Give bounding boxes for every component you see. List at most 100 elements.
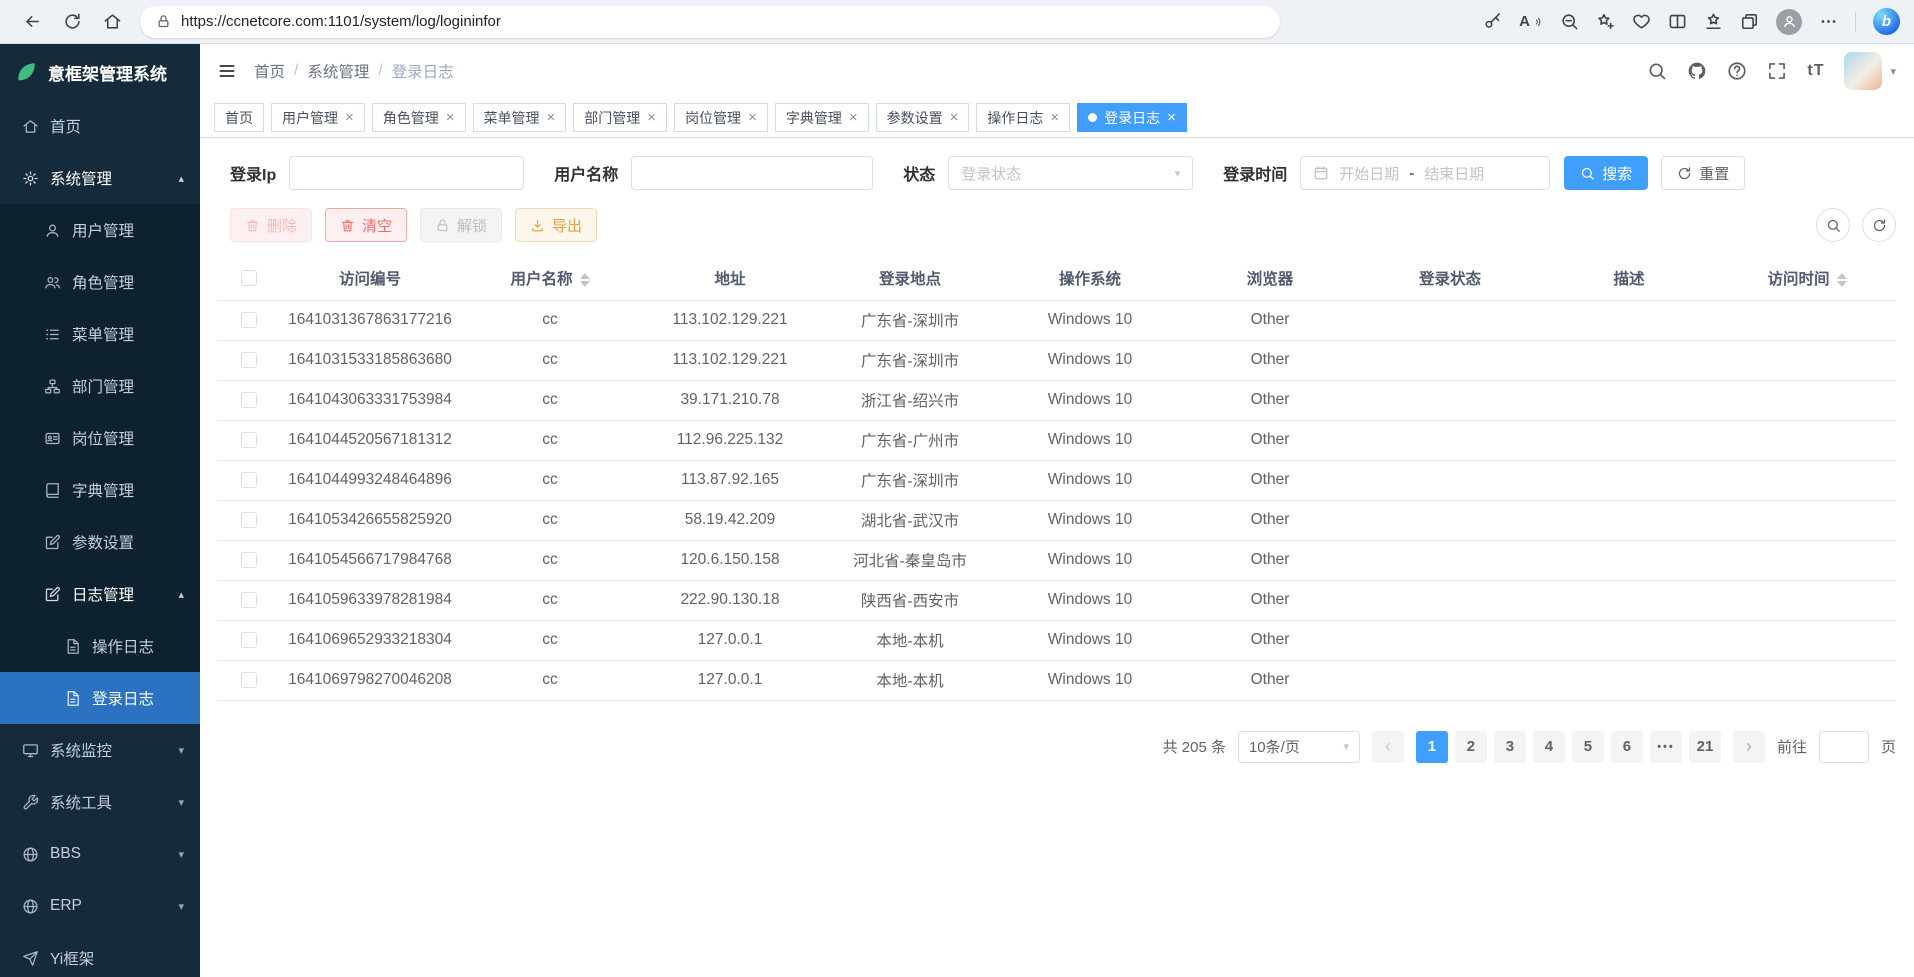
sort-icon[interactable]: [1837, 273, 1847, 287]
page-button-last[interactable]: 21: [1689, 731, 1721, 763]
column-header[interactable]: 访问时间: [1718, 256, 1896, 300]
tab-岗位管理[interactable]: 岗位管理×: [674, 103, 768, 132]
sidebar-item[interactable]: Yi框架: [0, 932, 200, 977]
tab-操作日志[interactable]: 操作日志×: [976, 103, 1070, 132]
collections-icon[interactable]: [1740, 12, 1759, 31]
page-button-3[interactable]: 3: [1494, 731, 1526, 763]
page-button-1[interactable]: 1: [1416, 731, 1448, 763]
reset-button[interactable]: 重置: [1661, 156, 1745, 190]
tab-菜单管理[interactable]: 菜单管理×: [473, 103, 567, 132]
header-search-icon[interactable]: [1647, 61, 1667, 81]
sidebar-item[interactable]: 登录日志: [0, 672, 200, 724]
sidebar-item[interactable]: 字典管理: [0, 464, 200, 516]
toggle-search-button[interactable]: [1816, 208, 1850, 242]
tab-登录日志[interactable]: 登录日志×: [1077, 103, 1187, 132]
page-button-2[interactable]: 2: [1455, 731, 1487, 763]
search-button[interactable]: 搜索: [1564, 156, 1648, 190]
column-header[interactable]: 用户名称: [460, 256, 640, 300]
tab-用户管理[interactable]: 用户管理×: [271, 103, 365, 132]
sidebar-item[interactable]: 岗位管理: [0, 412, 200, 464]
sidebar-item[interactable]: 角色管理: [0, 256, 200, 308]
split-screen-icon[interactable]: [1668, 12, 1687, 31]
favorites-bar-icon[interactable]: [1704, 12, 1723, 31]
pagination-more-button[interactable]: •••: [1650, 731, 1682, 763]
goto-page-input[interactable]: [1819, 731, 1869, 763]
sidebar-item[interactable]: 用户管理: [0, 204, 200, 256]
close-icon[interactable]: ×: [748, 110, 757, 125]
browser-home-button[interactable]: [94, 4, 130, 40]
unlock-button[interactable]: 解锁: [420, 208, 502, 242]
tab-部门管理[interactable]: 部门管理×: [573, 103, 667, 132]
next-page-button[interactable]: ›: [1733, 731, 1765, 763]
row-checkbox[interactable]: [241, 432, 257, 448]
sidebar-item[interactable]: BBS▾: [0, 828, 200, 880]
sidebar-item[interactable]: 部门管理: [0, 360, 200, 412]
row-checkbox[interactable]: [241, 312, 257, 328]
login-time-range-picker[interactable]: 开始日期 - 结束日期: [1300, 156, 1550, 190]
breadcrumb-item[interactable]: 系统管理: [307, 60, 369, 82]
copilot-icon[interactable]: b: [1873, 8, 1900, 35]
sidebar-item[interactable]: ERP▾: [0, 880, 200, 932]
help-icon[interactable]: [1727, 61, 1747, 81]
row-checkbox[interactable]: [241, 632, 257, 648]
select-all-checkbox[interactable]: [241, 270, 257, 286]
sidebar-item[interactable]: 操作日志: [0, 620, 200, 672]
browser-settings-dots-icon[interactable]: [1819, 12, 1838, 31]
browser-refresh-button[interactable]: [54, 4, 90, 40]
clear-button[interactable]: 清空: [325, 208, 407, 242]
close-icon[interactable]: ×: [1050, 110, 1059, 125]
row-checkbox[interactable]: [241, 352, 257, 368]
sort-icon[interactable]: [580, 273, 590, 287]
browser-back-button[interactable]: [14, 4, 50, 40]
add-favorite-icon[interactable]: [1596, 12, 1615, 31]
url-bar[interactable]: https://ccnetcore.com:1101/system/log/lo…: [140, 6, 1280, 38]
app-logo[interactable]: 意框架管理系统: [0, 44, 200, 100]
zoom-out-icon[interactable]: [1560, 12, 1579, 31]
close-icon[interactable]: ×: [446, 110, 455, 125]
sidebar-item[interactable]: 参数设置: [0, 516, 200, 568]
row-checkbox[interactable]: [241, 472, 257, 488]
browser-profile-avatar[interactable]: [1776, 9, 1802, 35]
refresh-table-button[interactable]: [1862, 208, 1896, 242]
prev-page-button[interactable]: ‹: [1372, 731, 1404, 763]
close-icon[interactable]: ×: [647, 110, 656, 125]
breadcrumb-item[interactable]: 首页: [254, 60, 285, 82]
read-aloud-icon[interactable]: A: [1519, 13, 1543, 30]
close-icon[interactable]: ×: [345, 110, 354, 125]
sidebar-item[interactable]: 菜单管理: [0, 308, 200, 360]
tab-字典管理[interactable]: 字典管理×: [775, 103, 869, 132]
delete-button[interactable]: 删除: [230, 208, 312, 242]
login-ip-input[interactable]: [289, 156, 524, 190]
user-avatar[interactable]: [1844, 52, 1882, 90]
browser-essentials-icon[interactable]: [1632, 12, 1651, 31]
tab-参数设置[interactable]: 参数设置×: [876, 103, 970, 132]
password-key-icon[interactable]: [1483, 12, 1502, 31]
close-icon[interactable]: ×: [547, 110, 556, 125]
page-size-select[interactable]: 10条/页 ▾: [1238, 731, 1360, 763]
sidebar-item[interactable]: 首页: [0, 100, 200, 152]
export-button[interactable]: 导出: [515, 208, 597, 242]
row-checkbox[interactable]: [241, 672, 257, 688]
menu-fold-icon[interactable]: [200, 44, 254, 98]
close-icon[interactable]: ×: [849, 110, 858, 125]
tab-角色管理[interactable]: 角色管理×: [372, 103, 466, 132]
row-checkbox[interactable]: [241, 552, 257, 568]
row-checkbox[interactable]: [241, 392, 257, 408]
close-icon[interactable]: ×: [950, 110, 959, 125]
tab-首页[interactable]: 首页: [214, 103, 264, 132]
sidebar-item[interactable]: 系统管理▴: [0, 152, 200, 204]
status-select[interactable]: 登录状态 ▾: [948, 156, 1193, 190]
close-icon[interactable]: ×: [1167, 110, 1176, 125]
row-checkbox[interactable]: [241, 512, 257, 528]
page-button-5[interactable]: 5: [1572, 731, 1604, 763]
github-icon[interactable]: [1687, 61, 1707, 81]
chevron-down-icon[interactable]: ▾: [1890, 65, 1896, 78]
row-checkbox[interactable]: [241, 592, 257, 608]
page-button-4[interactable]: 4: [1533, 731, 1565, 763]
sidebar-item[interactable]: 系统监控▾: [0, 724, 200, 776]
username-input[interactable]: [631, 156, 873, 190]
sidebar-item[interactable]: 系统工具▾: [0, 776, 200, 828]
sidebar-item[interactable]: 日志管理▴: [0, 568, 200, 620]
fullscreen-icon[interactable]: [1767, 61, 1787, 81]
page-button-6[interactable]: 6: [1611, 731, 1643, 763]
